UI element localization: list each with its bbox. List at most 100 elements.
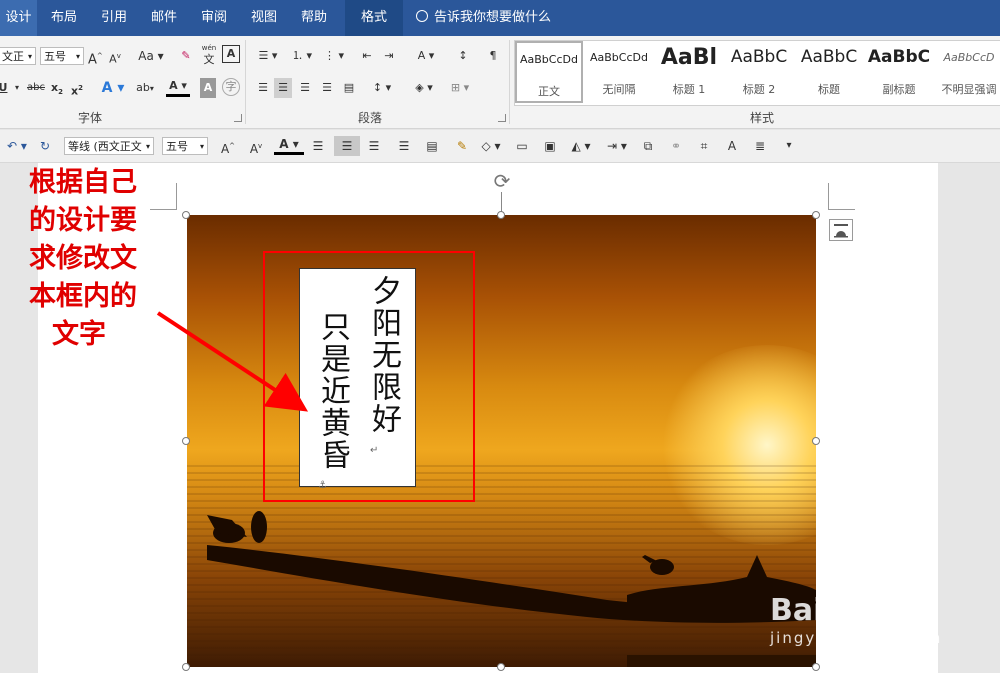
font-color-button[interactable]: A ▾	[166, 78, 190, 97]
redo-button[interactable]: ↻	[36, 136, 54, 156]
justify-button[interactable]: ☰	[318, 78, 336, 98]
style-no-spacing[interactable]: AaBbCcDd 无间隔	[585, 41, 653, 103]
resize-handle-se[interactable]	[812, 663, 820, 671]
annotation-line: 本框内的	[29, 281, 137, 312]
ribbon: 文正 ▾ 五号 ▾ A^ Av Aa ▾ ✎ wén 文 A U ▾ abc x2 x…	[0, 36, 1000, 129]
shape-fill-button[interactable]: ◇ ▾	[476, 136, 506, 156]
group-icon[interactable]: ⧉	[638, 136, 658, 156]
crop-icon[interactable]: ⌗	[694, 136, 714, 156]
bullets-button[interactable]: ☰ ▾	[254, 46, 282, 66]
style-heading-2[interactable]: AaBbC 标题 2	[725, 41, 793, 103]
tab-review[interactable]: 审阅	[190, 0, 238, 36]
font-name-combo[interactable]: 文正 ▾	[0, 47, 36, 65]
decrease-indent-button[interactable]: ⇤	[358, 46, 376, 66]
arrange-button[interactable]: ⇥ ▾	[602, 136, 632, 156]
tab-references[interactable]: 引用	[90, 0, 138, 36]
style-title[interactable]: AaBbC 标题	[795, 41, 863, 103]
shrink-font-button[interactable]: Av	[108, 46, 122, 66]
customize-toolbar-icon[interactable]: ▾	[782, 136, 796, 156]
tab-format[interactable]: 格式	[345, 0, 403, 36]
resize-handle-ne[interactable]	[812, 211, 820, 219]
styles-gallery: AaBbCcDd 正文 AaBbCcDd 无间隔 AaBl 标题 1 AaBbC…	[514, 40, 1000, 106]
mini-font-name-combo[interactable]: 等线 (西文正文 ▾	[64, 137, 154, 155]
sort-button[interactable]: ↕	[454, 46, 472, 66]
shading-button[interactable]: ◈ ▾	[410, 78, 438, 98]
mini-grow-font-button[interactable]: A^	[220, 136, 236, 156]
text-effects-button[interactable]: A ▾	[100, 78, 126, 98]
rotate-handle-icon[interactable]: ⟳	[491, 170, 513, 192]
font-dialog-launcher[interactable]	[234, 114, 242, 122]
mini-align-right-button[interactable]: ☰	[364, 136, 384, 156]
enclose-characters-button[interactable]: 字	[222, 78, 240, 96]
annotation-line: 的设计要	[29, 205, 137, 236]
chinese-layout-button[interactable]: A ▾	[412, 46, 440, 66]
line-spacing-button[interactable]: ↕ ▾	[368, 78, 396, 98]
watermark-brand: Bai度经验	[770, 593, 914, 628]
resize-handle-sw[interactable]	[182, 663, 190, 671]
resize-handle-w[interactable]	[182, 437, 190, 445]
paragraph-group-label: 段落	[358, 111, 383, 125]
resize-handle-s[interactable]	[497, 663, 505, 671]
mini-shrink-font-button[interactable]: Av	[248, 136, 264, 156]
position-icon[interactable]: ▣	[540, 136, 560, 156]
tab-mailings[interactable]: 邮件	[140, 0, 188, 36]
font-group-label: 字体	[78, 111, 103, 125]
show-marks-button[interactable]: ¶	[484, 46, 502, 66]
borders-button[interactable]: ⊞ ▾	[446, 78, 474, 98]
format-painter-icon[interactable]: ✎	[452, 136, 472, 156]
annotation-text: 根据自己 的设计要 求修改文 本框内的 文字	[8, 164, 158, 354]
text-direction-icon[interactable]: A	[724, 136, 740, 156]
superscript-button[interactable]: x2	[70, 78, 84, 98]
mini-justify-button[interactable]: ☰	[394, 136, 414, 156]
shore-shadow	[627, 655, 816, 667]
selection-pane-icon[interactable]: ⚭	[666, 136, 686, 156]
resize-handle-nw[interactable]	[182, 211, 190, 219]
numbering-button[interactable]: ⒈ ▾	[288, 46, 316, 66]
tab-layout[interactable]: 布局	[40, 0, 88, 36]
tab-view[interactable]: 视图	[240, 0, 288, 36]
multilevel-list-button[interactable]: ⋮ ▾	[320, 46, 348, 66]
clear-formatting-icon[interactable]: ✎	[178, 46, 194, 66]
align-right-button[interactable]: ☰	[296, 78, 314, 98]
distributed-button[interactable]: ▤	[340, 78, 358, 98]
resize-handle-n[interactable]	[497, 211, 505, 219]
align-left-button[interactable]: ☰	[254, 78, 272, 98]
paragraph-dialog-launcher[interactable]	[498, 114, 506, 122]
underline-dropdown[interactable]: ▾	[12, 78, 22, 98]
phonetic-guide-button[interactable]: wén 文	[200, 42, 218, 66]
character-border-button[interactable]: A	[222, 45, 240, 63]
style-subtle-emphasis[interactable]: AaBbCcD 不明显强调	[935, 41, 1000, 103]
mini-align-left-button[interactable]: ☰	[308, 136, 328, 156]
change-case-button[interactable]: Aa ▾	[138, 46, 164, 66]
mini-distributed-button[interactable]: ▤	[422, 136, 442, 156]
tell-me-text: 告诉我你想要做什么	[434, 10, 552, 25]
styles-group-label: 样式	[750, 111, 775, 125]
increase-indent-button[interactable]: ⇥	[380, 46, 398, 66]
tab-help[interactable]: 帮助	[290, 0, 338, 36]
mini-font-size-combo[interactable]: 五号 ▾	[162, 137, 208, 155]
align-center-button[interactable]: ☰	[274, 78, 292, 98]
bird-wing	[207, 515, 247, 537]
text-highlight-button[interactable]: ab▾	[132, 78, 158, 98]
baidu-watermark: Bai度经验 jingyan.baidu.com	[770, 585, 942, 647]
font-size-combo[interactable]: 五号 ▾	[40, 47, 84, 65]
strikethrough-button[interactable]: abc	[26, 78, 46, 98]
annotation-line: 求修改文	[29, 243, 137, 274]
layout-options-button[interactable]	[829, 219, 853, 241]
style-heading-1[interactable]: AaBl 标题 1	[655, 41, 723, 103]
underline-button[interactable]: U	[0, 78, 8, 98]
undo-button[interactable]: ↶ ▾	[4, 136, 30, 156]
tab-design[interactable]: 设计	[0, 0, 37, 36]
align-text-icon[interactable]: ≣	[750, 136, 770, 156]
mini-align-center-button[interactable]: ☰	[334, 136, 360, 156]
text-wrap-icon[interactable]: ▭	[512, 136, 532, 156]
style-subtitle[interactable]: AaBbC 副标题	[865, 41, 933, 103]
grow-font-button[interactable]: A^	[88, 46, 103, 67]
rotate-button[interactable]: ◭ ▾	[566, 136, 596, 156]
mini-font-color-button[interactable]: A ▾	[274, 136, 304, 155]
character-shading-button[interactable]: A	[200, 78, 216, 98]
subscript-button[interactable]: x2	[50, 78, 64, 98]
tell-me-search[interactable]: 告诉我你想要做什么	[416, 0, 551, 36]
resize-handle-e[interactable]	[812, 437, 820, 445]
style-normal[interactable]: AaBbCcDd 正文	[515, 41, 583, 103]
